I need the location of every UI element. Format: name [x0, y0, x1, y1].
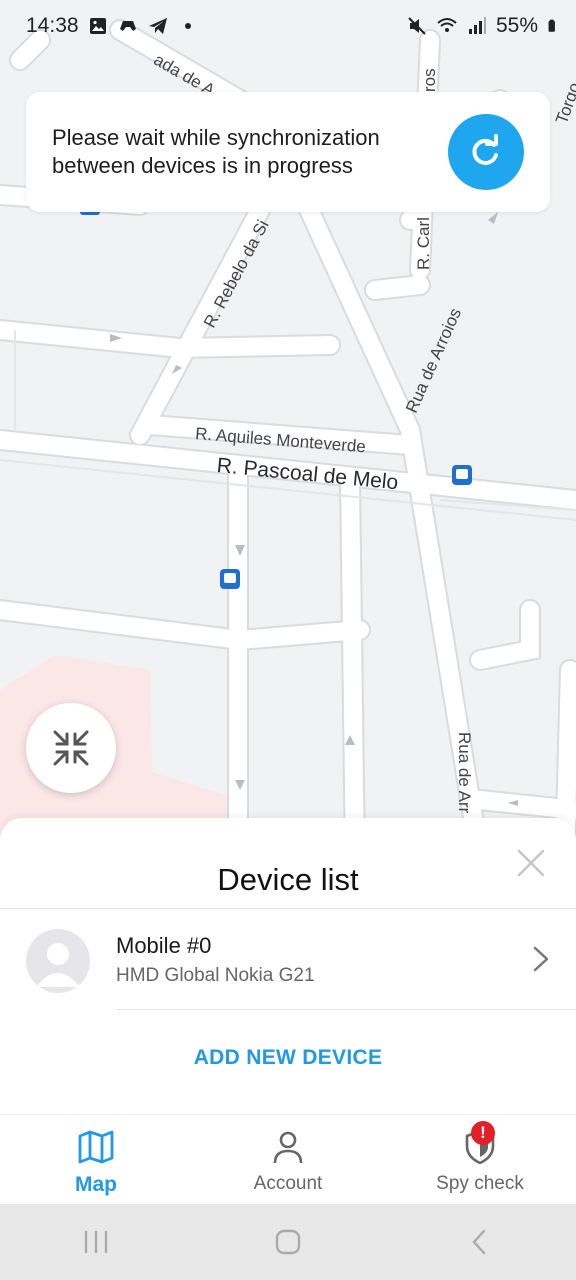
- street-label-ros: ros: [420, 68, 439, 92]
- device-model: HMD Global Nokia G21: [116, 965, 315, 986]
- collapse-map-button[interactable]: [26, 703, 116, 793]
- user-avatar-icon: [36, 943, 80, 987]
- wifi-icon: [437, 18, 457, 32]
- street-label-arr: Rua de Arr: [455, 732, 474, 814]
- row-divider: [116, 1009, 576, 1010]
- nav-spy-check[interactable]: ! Spy check: [384, 1115, 576, 1204]
- street-label-carl: R. Carl: [414, 217, 433, 270]
- collapse-arrows-icon: [53, 730, 89, 766]
- sync-message: Please wait while synchronization betwee…: [52, 125, 380, 178]
- sync-notice-card: Please wait while synchronization betwee…: [26, 92, 550, 212]
- battery-percent: 55%: [495, 14, 538, 37]
- nav-map[interactable]: Map: [0, 1115, 192, 1204]
- avatar: [26, 929, 90, 993]
- chevron-right-icon: [533, 946, 549, 972]
- back-button[interactable]: [450, 1222, 510, 1262]
- system-navigation-bar: [0, 1204, 576, 1280]
- nav-account-label: Account: [253, 1173, 323, 1194]
- back-icon: [472, 1229, 486, 1255]
- device-list-sheet: Device list Mobile #0 HMD Global Nokia G…: [0, 818, 576, 1114]
- home-button[interactable]: [258, 1222, 318, 1262]
- sync-button[interactable]: [448, 114, 524, 190]
- image-icon: [89, 18, 106, 34]
- close-icon[interactable]: [516, 848, 546, 878]
- telegram-icon: [148, 18, 167, 34]
- bottom-navigation: Map Account ! Spy check: [0, 1114, 576, 1204]
- status-bar: 14:38 55%: [0, 0, 576, 52]
- nav-account[interactable]: Account: [192, 1115, 384, 1204]
- dot-icon: [184, 23, 191, 29]
- device-list-item[interactable]: Mobile #0 HMD Global Nokia G21: [0, 909, 576, 1009]
- mute-icon: [408, 17, 426, 35]
- recent-apps-icon: [84, 1231, 108, 1253]
- sheet-title: Device list: [217, 862, 359, 897]
- account-icon: [273, 1131, 303, 1164]
- alert-badge: !: [471, 1121, 495, 1145]
- status-time: 14:38: [26, 14, 79, 37]
- home-icon: [275, 1229, 301, 1255]
- nav-map-label: Map: [75, 1173, 117, 1196]
- signal-icon: [468, 17, 486, 34]
- nav-spy-check-label: Spy check: [436, 1173, 524, 1194]
- map-icon: [78, 1130, 114, 1164]
- recent-apps-button[interactable]: [66, 1222, 126, 1262]
- game-controller-icon: [119, 21, 136, 31]
- refresh-icon: [472, 134, 498, 165]
- battery-icon: [548, 19, 555, 32]
- device-name: Mobile #0: [116, 933, 212, 958]
- add-new-device-button[interactable]: ADD NEW DEVICE: [0, 1046, 576, 1070]
